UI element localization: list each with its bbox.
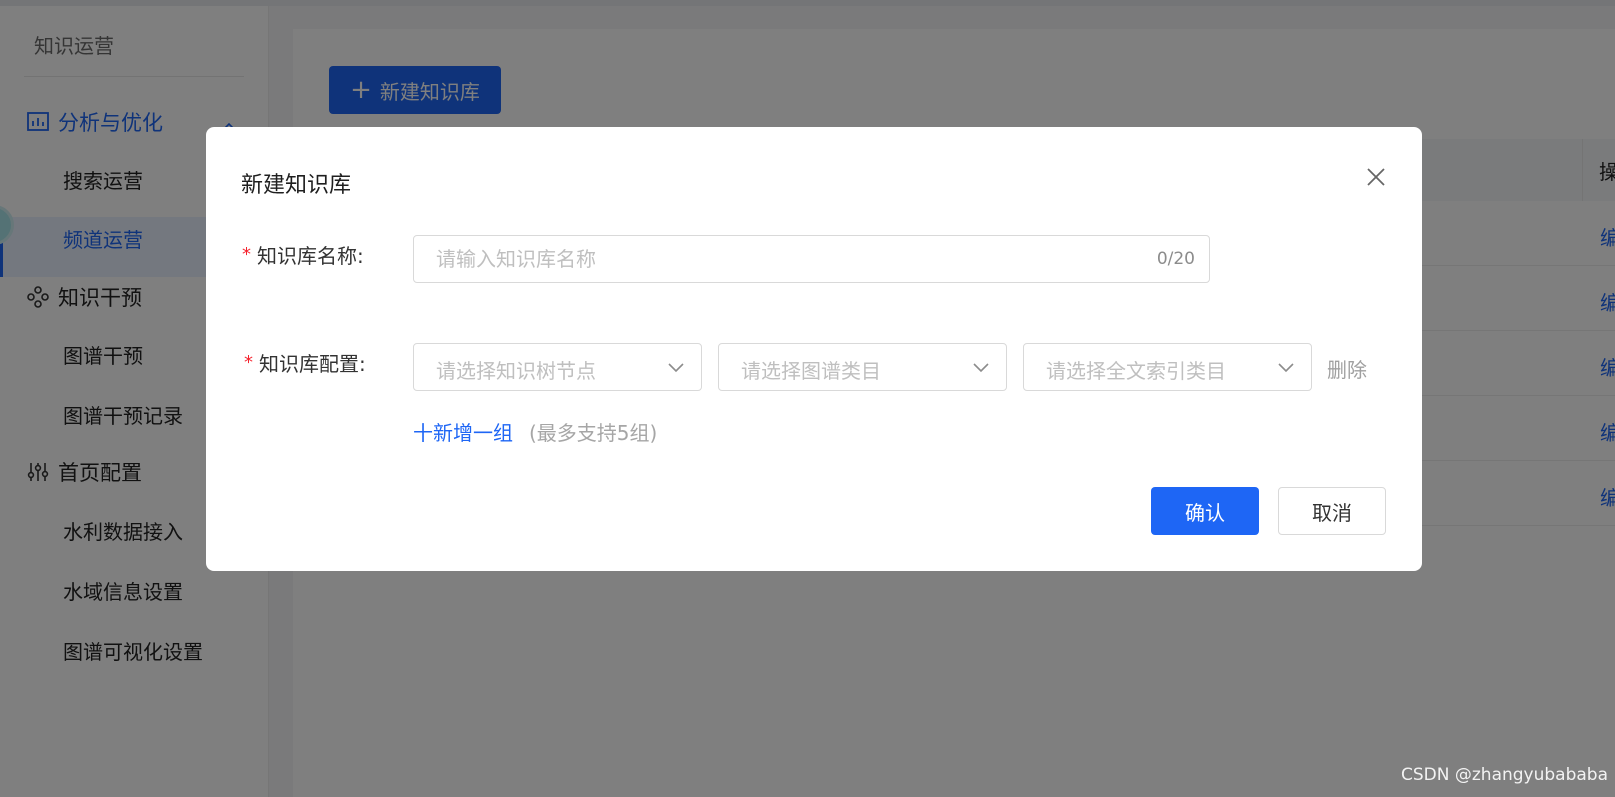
add-group-hint: (最多支持5组) (529, 421, 658, 445)
config-label-text: 知识库配置: (259, 352, 366, 376)
name-label-text: 知识库名称: (257, 244, 364, 268)
required-mark: * (242, 244, 251, 265)
select-placeholder: 请选择全文索引类目 (1046, 359, 1226, 383)
name-label: * 知识库名称: (242, 240, 364, 269)
select-placeholder: 请选择图谱类目 (741, 359, 881, 383)
watermark: CSDN @zhangyubababa (1401, 765, 1609, 785)
name-input[interactable] (414, 236, 1114, 282)
knowledge-tree-select[interactable]: 请选择知识树节点 (413, 343, 702, 391)
new-knowledge-base-dialog: 新建知识库 * 知识库名称: 0/20 * 知识库配置: 请选择知识树节点 请选… (206, 127, 1422, 571)
chevron-down-icon (668, 363, 684, 373)
config-label: * 知识库配置: (244, 348, 366, 377)
delete-group-link[interactable]: 删除 (1327, 354, 1367, 383)
add-group-link[interactable]: 十新增一组 (413, 417, 513, 446)
chevron-down-icon (973, 363, 989, 373)
graph-category-select[interactable]: 请选择图谱类目 (718, 343, 1007, 391)
dialog-title: 新建知识库 (241, 173, 352, 198)
chevron-down-icon (1278, 363, 1294, 373)
select-placeholder: 请选择知识树节点 (436, 359, 596, 383)
name-input-wrapper[interactable]: 0/20 (413, 235, 1210, 283)
required-mark: * (244, 352, 253, 373)
fulltext-category-select[interactable]: 请选择全文索引类目 (1023, 343, 1312, 391)
char-counter: 0/20 (1156, 249, 1195, 269)
cancel-button[interactable]: 取消 (1278, 487, 1386, 535)
close-icon[interactable] (1362, 163, 1390, 191)
confirm-button[interactable]: 确认 (1151, 487, 1259, 535)
